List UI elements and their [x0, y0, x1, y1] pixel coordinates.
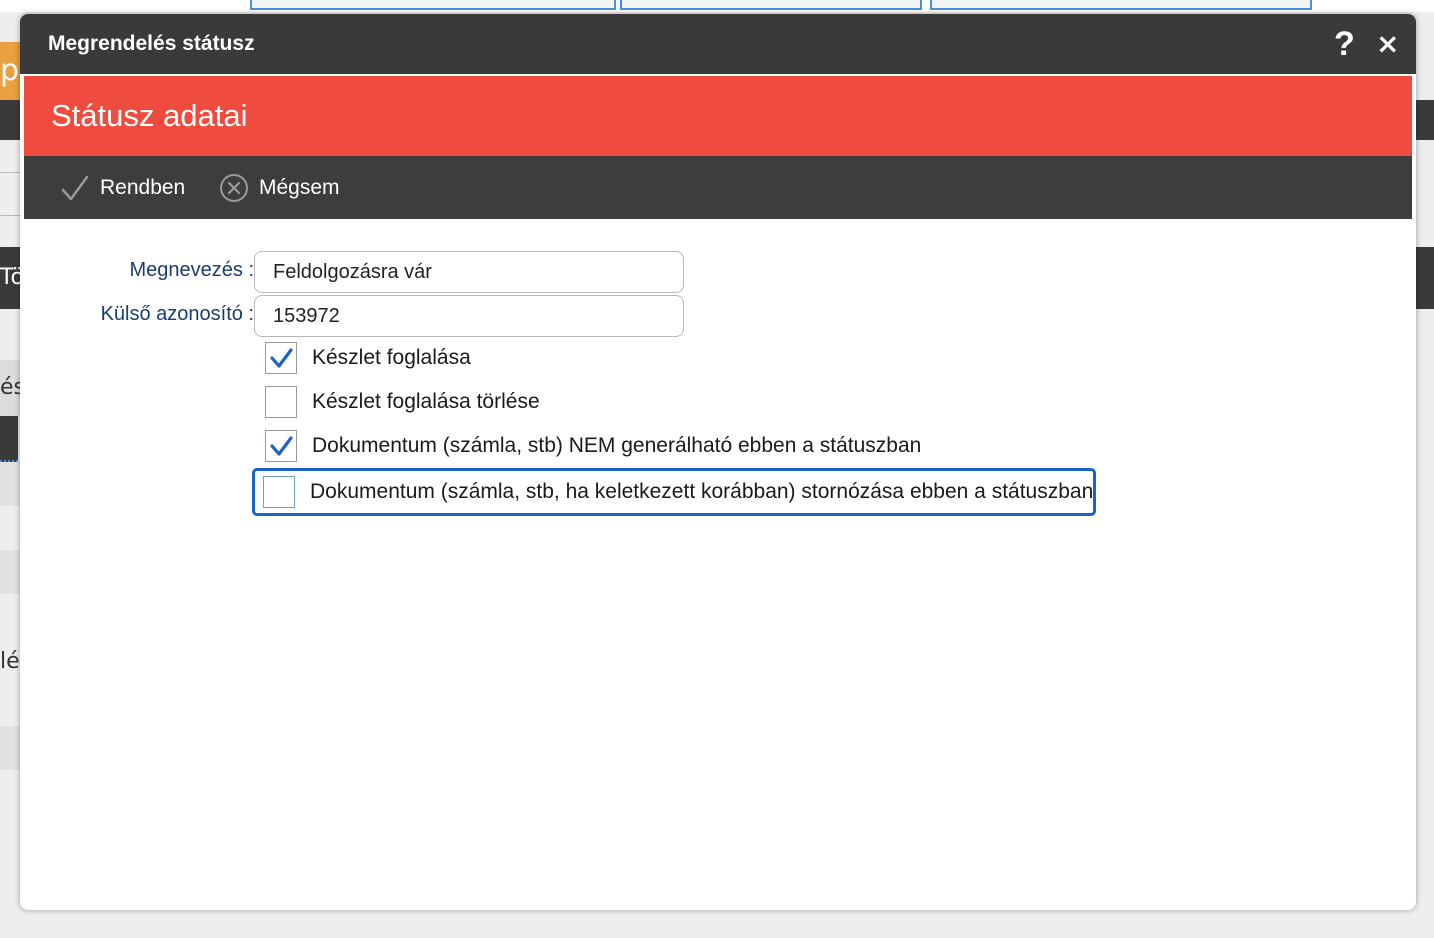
background-column-header: [620, 0, 922, 10]
document-storno-checkbox[interactable]: [263, 476, 295, 508]
background-divider: [0, 215, 22, 216]
background-fragment-text: és: [0, 375, 22, 400]
background-gray-row: és: [0, 360, 22, 416]
close-icon[interactable]: ×: [1376, 22, 1399, 66]
name-input[interactable]: [254, 251, 684, 293]
no-document-generation-label: Dokumentum (számla, stb) NEM generálható…: [312, 434, 922, 457]
help-icon[interactable]: ?: [1334, 22, 1355, 66]
stock-reservation-label: Készlet foglalása: [312, 346, 471, 369]
section-title: Státusz adatai: [51, 98, 248, 133]
name-label: Megnevezés :: [129, 259, 254, 281]
ok-button[interactable]: Rendben: [60, 156, 185, 219]
cancel-circle-icon: [219, 173, 249, 203]
checkmark-icon: [270, 348, 293, 368]
background-dark-bar: [0, 100, 22, 140]
background-row: lé: [0, 640, 22, 684]
background-dark-bar: Tö: [0, 247, 22, 309]
document-storno-checkbox-row[interactable]: Dokumentum (számla, stb, ha keletkezett …: [252, 468, 1097, 516]
background-fragment-text: pg: [0, 53, 22, 88]
section-header: Státusz adatai: [24, 76, 1412, 156]
no-document-generation-checkbox[interactable]: [265, 430, 297, 462]
background-column-header: [930, 0, 1312, 10]
cancel-button-label: Mégsem: [259, 175, 340, 199]
cancel-button[interactable]: Mégsem: [219, 156, 340, 219]
background-fragment-text: lé: [0, 649, 20, 674]
document-storno-label: Dokumentum (számla, stb, ha keletkezett …: [310, 480, 1094, 503]
stock-reservation-checkbox-row[interactable]: Készlet foglalása: [254, 336, 471, 380]
background-row: [0, 726, 22, 770]
checkmark-icon: [60, 173, 90, 203]
external-id-label: Külső azonosító :: [100, 303, 254, 325]
ok-button-label: Rendben: [100, 175, 186, 199]
background-divider: [0, 172, 22, 173]
background-row: [0, 462, 22, 506]
stock-reservation-delete-checkbox-row[interactable]: Készlet foglalása törlése: [254, 380, 540, 424]
background-dark-row: [0, 416, 18, 462]
dialog-toolbar: Rendben Mégsem: [24, 156, 1412, 219]
stock-reservation-delete-checkbox[interactable]: [265, 386, 297, 418]
dialog-title: Megrendelés státusz: [48, 32, 255, 55]
background-orange-block: pg: [0, 42, 22, 100]
dialog-titlebar: Megrendelés státusz ? ×: [20, 14, 1416, 74]
order-status-dialog: Megrendelés státusz ? × Státusz adatai R…: [20, 14, 1416, 910]
background-fragment-text: Tö: [0, 265, 22, 290]
external-id-input[interactable]: [254, 295, 684, 337]
stock-reservation-checkbox[interactable]: [265, 342, 297, 374]
background-column-header: [250, 0, 616, 10]
stock-reservation-delete-label: Készlet foglalása törlése: [312, 390, 540, 413]
checkmark-icon: [270, 436, 293, 456]
no-document-generation-checkbox-row[interactable]: Dokumentum (számla, stb) NEM generálható…: [254, 424, 921, 468]
background-row: [0, 550, 22, 594]
